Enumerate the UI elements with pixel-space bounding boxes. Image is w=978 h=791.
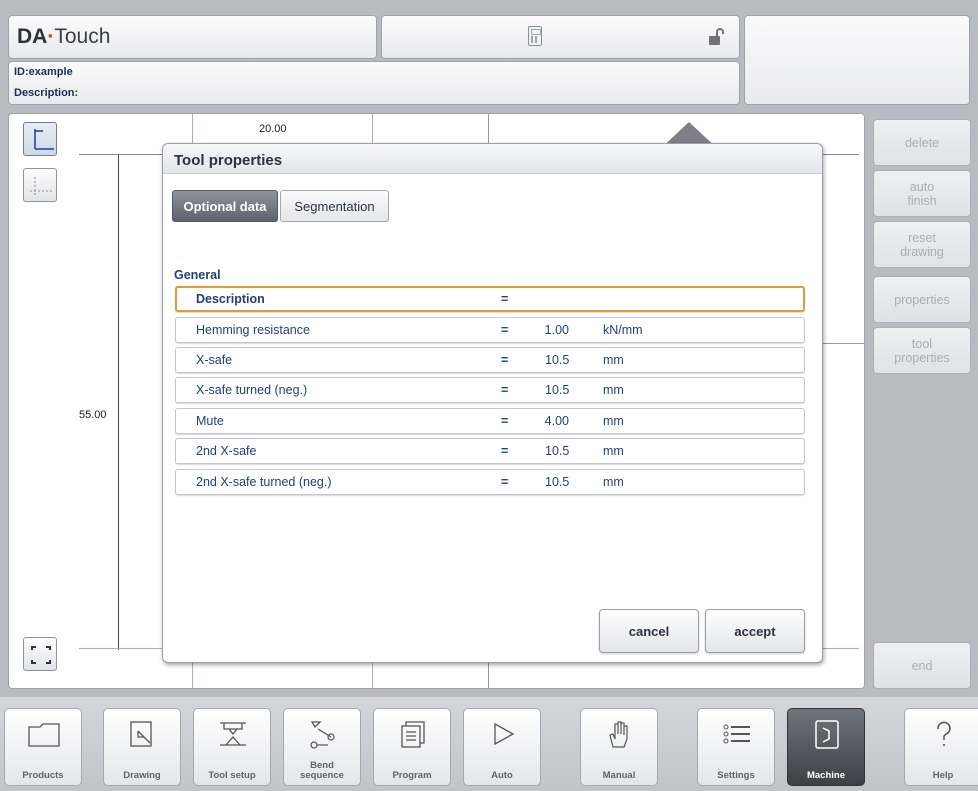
nav-tool-setup[interactable]: Tool setup [193, 708, 271, 786]
row-unit: kN/mm [603, 323, 643, 337]
hemming-resistance-field[interactable]: Hemming resistance = 1.00 kN/mm [175, 317, 805, 343]
nav-program[interactable]: Program [373, 708, 451, 786]
dialog-title: Tool properties [174, 152, 283, 169]
view-dimensions-button[interactable] [23, 168, 57, 202]
settings-list-icon [723, 724, 750, 744]
header-center-panel [381, 15, 740, 59]
equals-sign: = [501, 475, 509, 489]
unlock-icon[interactable] [706, 27, 726, 47]
folder-icon [28, 723, 60, 747]
bend-sequence-icon [310, 721, 335, 749]
tool-properties-dialog: Tool properties Optional data Segmentati… [162, 143, 823, 663]
program-icon [401, 721, 425, 748]
description-field[interactable]: Description = [175, 286, 805, 312]
mute-field[interactable]: Mute = 4.00 mm [175, 408, 805, 434]
play-icon [494, 722, 515, 746]
row-unit: mm [603, 383, 624, 397]
nav-machine[interactable]: Machine [787, 708, 865, 786]
axes-icon [34, 129, 54, 150]
nav-auto[interactable]: Auto [463, 708, 541, 786]
section-heading-general: General [174, 268, 221, 282]
app-logo-bar: DA·Touch [8, 15, 377, 59]
dimension-label-left: 55.00 [79, 409, 107, 421]
row-label: 2nd X-safe turned (neg.) [196, 475, 332, 489]
fit-view-button[interactable] [23, 637, 57, 671]
nav-manual[interactable]: Manual [580, 708, 658, 786]
end-button[interactable]: end [873, 642, 971, 689]
product-description: Description: [14, 87, 79, 99]
dimensions-icon [30, 177, 54, 197]
delete-button[interactable]: delete [873, 119, 971, 166]
equals-sign: = [501, 292, 509, 306]
reset-drawing-button[interactable]: reset drawing [873, 221, 971, 268]
row-unit: mm [603, 414, 624, 428]
product-id: ID:example [14, 66, 73, 78]
fit-screen-icon [31, 646, 51, 664]
nav-bend-sequence[interactable]: Bend sequence [283, 708, 361, 786]
app-logo: DA·Touch [17, 25, 111, 48]
dimension-line-vertical [118, 154, 119, 650]
row-label: Description [196, 292, 265, 306]
drawing-icon [130, 721, 152, 747]
row-label: 2nd X-safe [196, 444, 257, 458]
row-value: 4.00 [544, 414, 569, 428]
dialog-titlebar: Tool properties [163, 144, 822, 174]
tool-outline [823, 343, 864, 344]
equals-sign: = [501, 353, 509, 367]
row-unit: mm [603, 444, 624, 458]
equals-sign: = [501, 383, 509, 397]
header-right-panel [744, 15, 970, 105]
nav-settings[interactable]: Settings [697, 708, 775, 786]
product-info-bar: ID:example Description: [8, 61, 740, 105]
dimension-label-top: 20.00 [259, 123, 287, 135]
hand-icon [609, 721, 628, 748]
nav-drawing[interactable]: Drawing [103, 708, 181, 786]
accept-button[interactable]: accept [705, 609, 805, 653]
cancel-button[interactable]: cancel [599, 609, 699, 653]
auto-finish-button[interactable]: auto finish [873, 170, 971, 217]
help-icon [937, 721, 951, 746]
view-axes-button[interactable] [23, 122, 57, 156]
second-x-safe-field[interactable]: 2nd X-safe = 10.5 mm [175, 438, 805, 464]
x-safe-field[interactable]: X-safe = 10.5 mm [175, 347, 805, 373]
second-x-safe-turned-field[interactable]: 2nd X-safe turned (neg.) = 10.5 mm [175, 469, 805, 495]
properties-button[interactable]: properties [873, 276, 971, 323]
equals-sign: = [501, 444, 509, 458]
row-label: Mute [196, 414, 224, 428]
x-safe-turned-field[interactable]: X-safe turned (neg.) = 10.5 mm [175, 377, 805, 403]
row-unit: mm [603, 353, 624, 367]
nav-help[interactable]: Help [904, 708, 978, 786]
tab-segmentation[interactable]: Segmentation [280, 190, 389, 222]
row-value: 1.00 [544, 323, 569, 337]
row-label: X-safe turned (neg.) [196, 383, 308, 397]
row-label: Hemming resistance [196, 323, 310, 337]
tool-properties-button[interactable]: tool properties [873, 327, 971, 374]
machine-icon [815, 720, 839, 749]
tool-setup-icon [220, 722, 246, 746]
row-unit: mm [603, 475, 624, 489]
nav-products[interactable]: Products [4, 708, 82, 786]
calculator-icon[interactable] [528, 26, 542, 46]
row-label: X-safe [196, 353, 233, 367]
tab-optional-data[interactable]: Optional data [172, 190, 278, 222]
